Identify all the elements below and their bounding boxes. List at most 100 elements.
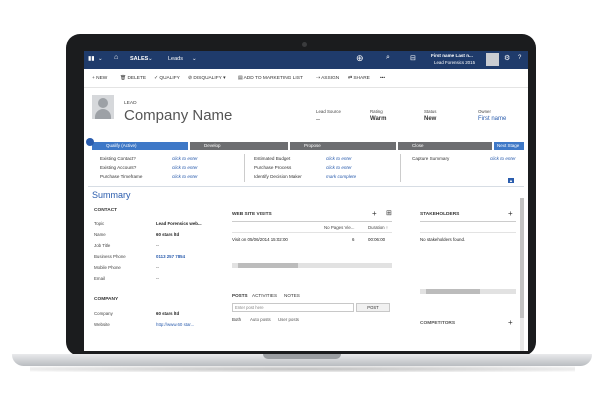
- entity-label: LEAD: [124, 101, 137, 106]
- share-button[interactable]: ⇄ SHARE: [348, 76, 370, 81]
- collapse-process-button[interactable]: ▲: [508, 178, 514, 183]
- company-section-title: COMPANY: [94, 297, 119, 302]
- more-commands-button[interactable]: •••: [380, 76, 385, 81]
- purchase-process-value[interactable]: click to enter: [326, 165, 352, 170]
- rating-label: Rating: [370, 109, 383, 114]
- topic-value[interactable]: Lead Forensics web...: [156, 221, 202, 226]
- capture-summary-value[interactable]: click to enter: [490, 156, 516, 161]
- area-label[interactable]: Leads: [168, 56, 183, 62]
- filter-auto-posts[interactable]: Auto posts: [250, 317, 271, 322]
- email-value[interactable]: --: [156, 276, 159, 281]
- area-chevron-icon[interactable]: ⌄: [192, 56, 197, 62]
- job-title-label: Job Title: [94, 243, 111, 248]
- camera-dot: [302, 42, 307, 47]
- business-phone-value[interactable]: 0113 257 7854: [156, 254, 185, 259]
- process-fields: Existing Contact? click to enter Existin…: [94, 152, 524, 184]
- col-pages-viewed[interactable]: No Pages Vie...: [324, 225, 354, 230]
- grid-view-icon[interactable]: ⊞: [386, 209, 392, 217]
- name-value[interactable]: 60 stars ltd: [156, 232, 179, 237]
- laptop-shadow: [30, 366, 575, 372]
- stage-flag-icon[interactable]: [86, 138, 94, 146]
- nav-chevron-icon[interactable]: ⌄: [98, 56, 103, 62]
- filter-both[interactable]: Both: [232, 317, 241, 322]
- record-header: LEAD Company Name Lead Source -- Rating …: [84, 87, 528, 141]
- add-icon[interactable]: +: [372, 209, 377, 218]
- rating-value[interactable]: Warm: [370, 116, 386, 122]
- status-value[interactable]: New: [424, 116, 436, 122]
- owner-label: Owner: [478, 109, 491, 114]
- avatar[interactable]: [486, 53, 499, 66]
- job-title-value[interactable]: --: [156, 243, 159, 248]
- gear-icon[interactable]: ⚙: [504, 54, 510, 62]
- company-value[interactable]: 60 stars ltd: [156, 311, 179, 316]
- mobile-phone-value[interactable]: --: [156, 265, 159, 270]
- stage-propose[interactable]: Propose: [290, 142, 396, 150]
- decision-maker-value[interactable]: mark complete: [326, 174, 356, 179]
- command-bar: + NEW 🗑 DELETE ✓ QUALIFY ⊘ DISQUALIFY ▾ …: [84, 69, 528, 88]
- process-stage-bar: Qualify (Active) Develop Propose Close N…: [86, 138, 524, 150]
- capture-summary-label: Capture Summary: [412, 156, 450, 161]
- stakeholders-title: STAKEHOLDERS: [420, 212, 460, 217]
- new-button[interactable]: + NEW: [92, 76, 107, 81]
- contact-section-title: CONTACT: [94, 208, 118, 213]
- qualify-button[interactable]: ✓ QUALIFY: [154, 76, 180, 81]
- website-label: Website: [94, 322, 110, 327]
- add-stakeholder-icon[interactable]: +: [508, 209, 513, 218]
- purchase-timeframe-value[interactable]: click to enter: [172, 174, 198, 179]
- module-label[interactable]: SALES: [130, 56, 148, 62]
- stakeholders-scrollbar[interactable]: [420, 289, 516, 294]
- page-scrollbar[interactable]: [520, 198, 524, 351]
- disqualify-button[interactable]: ⊘ DISQUALIFY ▾: [188, 76, 226, 81]
- decision-maker-label: Identify Decision Maker: [254, 174, 302, 179]
- help-icon[interactable]: ?: [518, 55, 521, 61]
- estimated-budget-value[interactable]: click to enter: [326, 156, 352, 161]
- bars-icon[interactable]: ▮▮: [88, 55, 95, 62]
- delete-button[interactable]: 🗑 DELETE: [120, 76, 146, 81]
- laptop-notch: [263, 354, 341, 359]
- stage-qualify[interactable]: Qualify (Active): [92, 142, 188, 150]
- assign-button[interactable]: ⇢ ASSIGN: [316, 76, 339, 81]
- tab-posts[interactable]: POSTS: [232, 293, 248, 298]
- stage-close[interactable]: Close: [398, 142, 492, 150]
- lead-avatar[interactable]: [92, 95, 114, 119]
- stage-develop[interactable]: Develop: [190, 142, 288, 150]
- add-competitor-icon[interactable]: +: [508, 318, 513, 327]
- lead-source-value[interactable]: --: [316, 117, 320, 123]
- company-label: Company: [94, 311, 113, 316]
- web-visit-duration: 00:06:00: [368, 237, 386, 242]
- mobile-phone-label: Mobile Phone: [94, 265, 121, 270]
- web-visits-scrollbar[interactable]: [232, 263, 392, 268]
- purchase-process-label: Purchase Process: [254, 165, 292, 170]
- existing-account-label: Existing Account?: [100, 165, 137, 170]
- email-label: Email: [94, 276, 105, 281]
- status-label: Status: [424, 109, 437, 114]
- add-to-marketing-list-button[interactable]: ▤ ADD TO MARKETING LIST: [238, 76, 303, 81]
- next-stage-button[interactable]: Next Stage: [494, 142, 524, 150]
- post-input[interactable]: Enter post here: [232, 303, 354, 312]
- person-icon: [98, 98, 108, 108]
- web-visit-row[interactable]: Visit on 05/06/2014 15:02:00: [232, 237, 288, 242]
- summary-divider: [88, 186, 524, 187]
- crm-screen: ▮▮ ⌄ ⌂ SALES ⌄ Leads ⌄ ⊕ ⌕ ⊟ First name …: [84, 51, 528, 351]
- module-chevron-icon[interactable]: ⌄: [148, 56, 153, 62]
- purchase-timeframe-label: Purchase Timeframe: [100, 174, 143, 179]
- existing-contact-value[interactable]: click to enter: [172, 156, 198, 161]
- post-button[interactable]: POST: [356, 303, 390, 312]
- summary-title: Summary: [92, 190, 131, 200]
- user-name[interactable]: First name Last n...: [431, 53, 473, 58]
- existing-account-value[interactable]: click to enter: [172, 165, 198, 170]
- filter-user-posts[interactable]: User posts: [278, 317, 299, 322]
- owner-value[interactable]: First name: [478, 116, 506, 122]
- lead-source-label: Lead Source: [316, 109, 341, 114]
- tab-activities[interactable]: ACTIVITIES: [252, 293, 277, 298]
- estimated-budget-label: Estimated Budget: [254, 156, 291, 161]
- col-duration[interactable]: Duration ↑: [368, 225, 388, 230]
- advanced-find-icon[interactable]: ⊟: [410, 54, 416, 62]
- search-icon[interactable]: ⌕: [386, 54, 390, 62]
- website-value[interactable]: http://www.60 star...: [156, 322, 194, 327]
- page-title[interactable]: Company Name: [124, 107, 232, 124]
- user-org: Lead Forensics 2015: [434, 60, 476, 65]
- home-icon[interactable]: ⌂: [114, 54, 118, 61]
- create-icon[interactable]: ⊕: [356, 53, 364, 64]
- tab-notes[interactable]: NOTES: [284, 293, 300, 298]
